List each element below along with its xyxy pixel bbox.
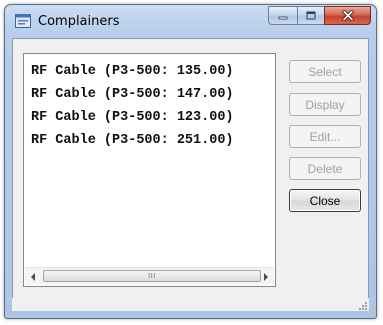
scroll-right-button[interactable] [258, 268, 274, 285]
close-window-button[interactable] [324, 6, 371, 25]
minimize-button[interactable] [268, 6, 297, 25]
caption-buttons [268, 6, 371, 25]
list-item[interactable]: RF Cable (P3-500: 251.00) [31, 129, 234, 152]
select-button[interactable]: Select [289, 60, 361, 83]
list-items: RF Cable (P3-500: 135.00) RF Cable (P3-5… [31, 60, 234, 152]
scroll-thumb-grip: III [148, 272, 156, 280]
display-button[interactable]: Display [289, 93, 361, 116]
dialog-client-area: RF Cable (P3-500: 135.00) RF Cable (P3-5… [12, 38, 369, 311]
chevron-right-icon [264, 272, 268, 281]
chevron-left-icon [31, 272, 35, 281]
list-item[interactable]: RF Cable (P3-500: 123.00) [31, 106, 234, 129]
list-item[interactable]: RF Cable (P3-500: 135.00) [31, 60, 234, 83]
close-button[interactable]: Close [289, 189, 361, 212]
maximize-icon [306, 11, 316, 20]
resize-grip-icon[interactable] [357, 300, 367, 310]
delete-button[interactable]: Delete [289, 157, 361, 180]
list-item[interactable]: RF Cable (P3-500: 147.00) [31, 83, 234, 106]
close-icon [341, 10, 354, 21]
application-icon [15, 14, 31, 28]
maximize-button[interactable] [297, 6, 324, 25]
scroll-thumb[interactable]: III [43, 270, 261, 282]
edit-button[interactable]: Edit... [289, 125, 361, 148]
scroll-left-button[interactable] [25, 268, 41, 285]
status-bar [12, 298, 369, 311]
window-title: Complainers [38, 14, 120, 29]
horizontal-scrollbar[interactable]: III [25, 267, 274, 285]
minimize-icon [278, 16, 288, 19]
complainers-listbox[interactable]: RF Cable (P3-500: 135.00) RF Cable (P3-5… [23, 53, 276, 287]
dialog-window: Complainers RF Cable (P3-500: 135.00) RF… [4, 4, 377, 319]
title-bar[interactable]: Complainers [5, 5, 376, 37]
